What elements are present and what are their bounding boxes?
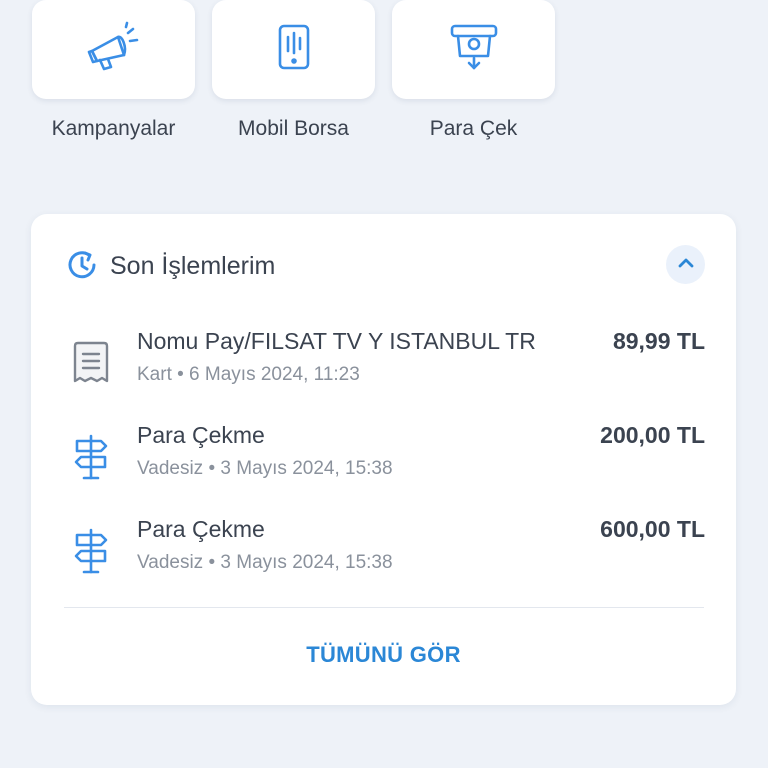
transaction-meta: Vadesiz • 3 Mayıs 2024, 15:38	[137, 552, 393, 573]
recent-transactions-card: Son İşlemlerim Nomu Pay/FILSAT TV Y ISTA…	[31, 214, 736, 705]
transaction-meta: Vadesiz • 3 Mayıs 2024, 15:38	[137, 458, 393, 479]
card-header: Son İşlemlerim	[31, 214, 736, 318]
transaction-row[interactable]: Para Çekme Vadesiz • 3 Mayıs 2024, 15:38…	[31, 422, 736, 502]
shortcut-tile[interactable]	[392, 0, 555, 99]
shortcut-campaigns[interactable]: Kampanyalar	[31, 0, 196, 141]
transaction-amount: 200,00 TL	[600, 422, 705, 448]
shortcut-mobile-stock[interactable]: Mobil Borsa	[211, 0, 376, 141]
transaction-amount: 600,00 TL	[600, 516, 705, 542]
history-icon	[65, 248, 99, 282]
shortcut-withdraw[interactable]: Para Çek	[391, 0, 556, 141]
transaction-name: Para Çekme	[137, 422, 265, 448]
atm-withdraw-icon	[448, 22, 500, 77]
signpost-icon	[69, 526, 113, 576]
collapse-button[interactable]	[666, 245, 705, 284]
shortcut-label: Kampanyalar	[51, 117, 176, 140]
card-title: Son İşlemlerim	[110, 252, 276, 280]
chevron-up-icon	[677, 256, 695, 274]
signpost-icon	[69, 432, 113, 482]
transaction-name: Para Çekme	[137, 516, 265, 542]
transaction-row[interactable]: Para Çekme Vadesiz • 3 Mayıs 2024, 15:38…	[31, 516, 736, 596]
shortcut-tile[interactable]	[32, 0, 195, 99]
transaction-meta: Kart • 6 Mayıs 2024, 11:23	[137, 364, 360, 385]
transaction-name: Nomu Pay/FILSAT TV Y ISTANBUL TR	[137, 328, 536, 354]
megaphone-icon	[84, 21, 144, 78]
receipt-icon	[69, 338, 113, 388]
shortcut-label: Para Çek	[429, 117, 518, 140]
shortcut-tile[interactable]	[212, 0, 375, 99]
transaction-row[interactable]: Nomu Pay/FILSAT TV Y ISTANBUL TR Kart • …	[31, 328, 736, 408]
divider	[64, 607, 704, 608]
mobile-stock-icon	[277, 24, 311, 75]
shortcuts-row: Kampanyalar Mobil Borsa Para Çek	[0, 0, 768, 160]
transaction-amount: 89,99 TL	[612, 328, 705, 354]
see-all-button[interactable]: TÜMÜNÜ GÖR	[31, 642, 736, 668]
shortcut-label: Mobil Borsa	[238, 117, 349, 140]
